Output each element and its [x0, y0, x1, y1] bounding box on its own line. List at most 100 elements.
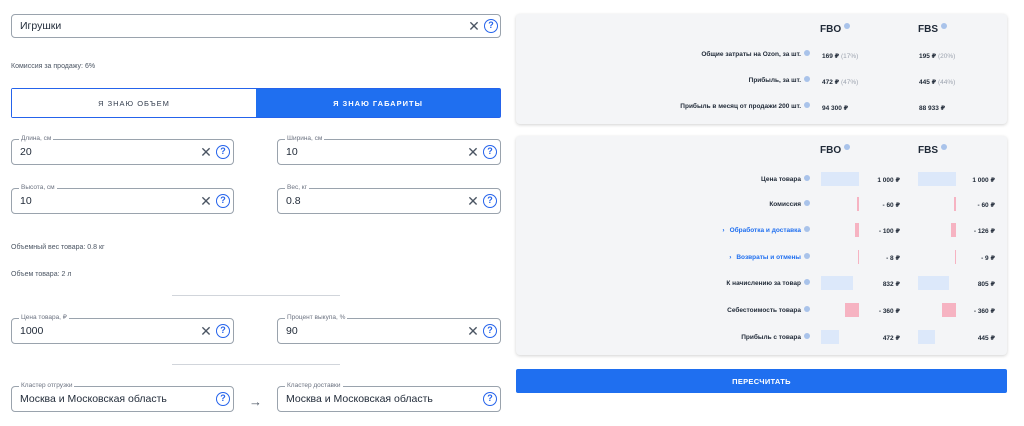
breakdown-col-fbs: FBS — [918, 144, 947, 156]
info-icon[interactable] — [844, 144, 851, 150]
info-icon[interactable] — [941, 23, 947, 29]
breakdown-value-fbs: 445 ₽ — [977, 335, 995, 342]
breakdown-bar-fbs — [953, 197, 956, 211]
info-icon[interactable] — [804, 333, 810, 339]
help-icon[interactable]: ? — [216, 194, 230, 208]
breakdown-bar-fbo — [856, 197, 859, 211]
divider — [172, 295, 340, 296]
chevron-right-icon[interactable]: › — [729, 254, 731, 261]
price-field[interactable]: Цена товара, ₽ 1000 ✕ ? — [11, 314, 234, 344]
breakdown-value-fbs: - 126 ₽ — [973, 228, 995, 235]
recalculate-button[interactable]: Пересчитать — [516, 369, 1007, 393]
delivery-cluster-label: Кластер доставки — [285, 382, 343, 390]
help-icon[interactable]: ? — [483, 324, 497, 338]
info-icon[interactable] — [804, 76, 810, 82]
buyout-value: 90 — [286, 325, 298, 337]
volume-note: Объем товара: 2 л — [11, 271, 72, 278]
width-field[interactable]: Ширина, см 10 ✕ ? — [277, 135, 501, 165]
summary-row-label: Прибыль в месяц от продажи 200 шт. — [680, 102, 810, 110]
size-mode-toggle: Я знаю объем Я знаю габариты — [11, 88, 501, 118]
summary-row-fbo: 472 ₽ (47%) — [822, 79, 859, 86]
ship-cluster-select[interactable]: Кластер отгрузки Москва и Московская обл… — [11, 382, 234, 412]
delivery-cluster-value: Москва и Московская область — [286, 393, 433, 405]
price-label: Цена товара, ₽ — [19, 314, 69, 322]
ship-cluster-value: Москва и Московская область — [20, 393, 167, 405]
summary-row-label: Общие затраты на Ozon, за шт. — [701, 50, 810, 58]
help-icon[interactable]: ? — [216, 145, 230, 159]
volumetric-weight-note: Объемный вес товара: 0.8 кг — [11, 244, 105, 251]
info-icon[interactable] — [941, 144, 947, 150]
breakdown-value-fbs: - 9 ₽ — [981, 255, 995, 262]
help-icon[interactable]: ? — [216, 324, 230, 338]
commission-note: Комиссия за продажу: 6% — [11, 63, 96, 70]
chevron-right-icon[interactable]: › — [722, 227, 724, 234]
clear-icon[interactable]: ✕ — [199, 144, 213, 160]
breakdown-bar-fbo — [845, 303, 859, 317]
breakdown-value-fbo: - 100 ₽ — [878, 228, 900, 235]
help-icon[interactable]: ? — [483, 194, 497, 208]
info-icon[interactable] — [804, 279, 810, 285]
breakdown-bar-fbs — [942, 303, 956, 317]
help-icon[interactable]: ? — [484, 19, 498, 33]
summary-row-label: Прибыль, за шт. — [749, 76, 810, 84]
clear-icon[interactable]: ✕ — [199, 193, 213, 209]
info-icon[interactable] — [804, 102, 810, 108]
clear-icon[interactable]: ✕ — [199, 323, 213, 339]
summary-col-fbo: FBO — [820, 23, 851, 35]
width-label: Ширина, см — [285, 135, 325, 143]
breakdown-card: FBO FBS Цена товара 1 000 ₽ 1 000 ₽ Комисси… — [516, 136, 1007, 355]
breakdown-row-label[interactable]: › Обработка и доставка — [722, 226, 810, 234]
length-field[interactable]: Длина, см 20 ✕ ? — [11, 135, 234, 165]
breakdown-bar-fbo — [821, 330, 839, 344]
weight-value: 0.8 — [286, 195, 301, 207]
tab-know-dimensions[interactable]: Я знаю габариты — [256, 89, 500, 117]
breakdown-bar-fbs — [918, 276, 949, 290]
summary-row-fbs: 445 ₽ (44%) — [919, 79, 956, 86]
breakdown-bar-fbs — [955, 250, 956, 264]
clear-icon[interactable]: ✕ — [467, 18, 481, 34]
info-icon[interactable] — [804, 175, 810, 181]
ship-cluster-label: Кластер отгрузки — [19, 382, 75, 390]
clear-icon[interactable]: ✕ — [466, 193, 480, 209]
breakdown-bar-fbo — [821, 172, 859, 186]
tab-know-volume[interactable]: Я знаю объем — [12, 89, 256, 117]
summary-row-fbo: 94 300 ₽ — [822, 105, 849, 112]
breakdown-bar-fbo — [821, 276, 853, 290]
weight-field[interactable]: Вес, кг 0.8 ✕ ? — [277, 184, 501, 214]
category-value: Игрушки — [20, 20, 62, 32]
breakdown-bar-fbs — [918, 172, 956, 186]
info-icon[interactable] — [804, 200, 810, 206]
breakdown-bar-fbs — [918, 330, 935, 344]
buyout-field[interactable]: Процент выкупа, % 90 ✕ ? — [277, 314, 501, 344]
breakdown-row-label: Прибыль с товара — [741, 333, 810, 341]
help-icon[interactable]: ? — [483, 145, 497, 159]
info-icon[interactable] — [804, 226, 810, 232]
breakdown-value-fbo: - 8 ₽ — [886, 255, 900, 262]
category-field[interactable]: Игрушки ✕ ? — [11, 14, 501, 38]
info-icon[interactable] — [804, 50, 810, 56]
info-icon[interactable] — [844, 23, 851, 29]
breakdown-row-label: Цена товара — [761, 175, 810, 183]
help-icon[interactable]: ? — [483, 392, 497, 406]
breakdown-value-fbo: 472 ₽ — [882, 335, 900, 342]
breakdown-bar-fbo — [858, 250, 859, 264]
delivery-cluster-select[interactable]: Кластер доставки Москва и Московская обл… — [277, 382, 501, 412]
breakdown-row-label[interactable]: › Возвраты и отмены — [729, 253, 810, 261]
breakdown-col-fbo: FBO — [820, 144, 851, 156]
breakdown-bar-fbs — [951, 223, 956, 237]
summary-col-fbs: FBS — [918, 23, 947, 35]
breakdown-value-fbs: 805 ₽ — [977, 281, 995, 288]
info-icon[interactable] — [804, 306, 810, 312]
height-field[interactable]: Высота, см 10 ✕ ? — [11, 184, 234, 214]
breakdown-row-label: К начислению за товар — [726, 279, 810, 287]
summary-row-fbo: 169 ₽ (17%) — [822, 53, 859, 60]
info-icon[interactable] — [804, 253, 810, 259]
breakdown-bar-fbo — [855, 223, 859, 237]
clear-icon[interactable]: ✕ — [466, 144, 480, 160]
length-label: Длина, см — [19, 135, 54, 143]
help-icon[interactable]: ? — [216, 392, 230, 406]
divider — [172, 364, 340, 365]
arrow-right-icon: → — [249, 394, 262, 409]
height-value: 10 — [20, 195, 32, 207]
clear-icon[interactable]: ✕ — [466, 323, 480, 339]
